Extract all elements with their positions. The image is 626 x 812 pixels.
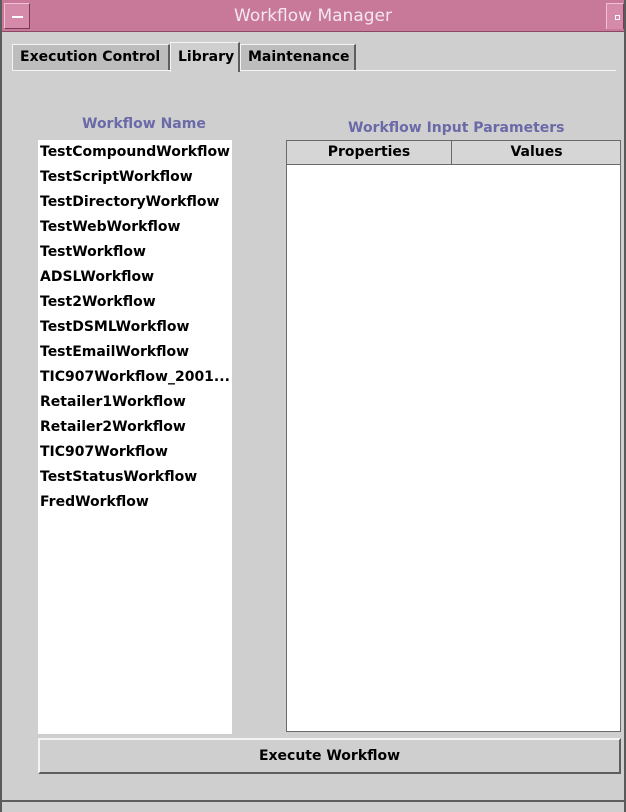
window-bottom-edge <box>2 800 624 812</box>
tab-strip-divider <box>240 70 616 71</box>
workflow-list[interactable]: TestCompoundWorkflow TestScriptWorkflow … <box>38 140 232 734</box>
list-item[interactable]: Retailer2Workflow <box>38 415 232 440</box>
tab-library[interactable]: Library <box>170 42 240 72</box>
list-item[interactable]: TestWorkflow <box>38 240 232 265</box>
column-header-values[interactable]: Values <box>453 141 620 164</box>
list-item[interactable]: Test2Workflow <box>38 290 232 315</box>
list-item[interactable]: ADSLWorkflow <box>38 265 232 290</box>
list-item[interactable]: TestDSMLWorkflow <box>38 315 232 340</box>
list-item[interactable]: FredWorkflow <box>38 490 232 515</box>
workflow-manager-window: Workflow Manager Execution Control Libra… <box>0 0 626 812</box>
input-parameters-label: Workflow Input Parameters <box>348 120 565 136</box>
list-item[interactable]: TestScriptWorkflow <box>38 165 232 190</box>
list-item[interactable]: TestCompoundWorkflow <box>38 140 232 165</box>
table-header: Properties Values <box>287 141 620 165</box>
title-bar[interactable]: Workflow Manager <box>2 0 624 32</box>
list-item[interactable]: TIC907Workflow <box>38 440 232 465</box>
list-item[interactable]: TestDirectoryWorkflow <box>38 190 232 215</box>
list-item[interactable]: TIC907Workflow_2001... <box>38 365 232 390</box>
window-title: Workflow Manager <box>234 6 392 26</box>
list-item[interactable]: TestEmailWorkflow <box>38 340 232 365</box>
tab-maintenance[interactable]: Maintenance <box>240 44 356 70</box>
column-header-properties[interactable]: Properties <box>287 141 452 164</box>
maximize-icon <box>615 15 620 20</box>
execute-workflow-button[interactable]: Execute Workflow <box>38 738 621 774</box>
list-item[interactable]: Retailer1Workflow <box>38 390 232 415</box>
input-parameters-table[interactable]: Properties Values <box>286 140 621 732</box>
tab-strip-divider-left <box>12 70 170 71</box>
window-maximize-button[interactable] <box>606 3 624 29</box>
tab-execution-control[interactable]: Execution Control <box>12 44 170 70</box>
list-item[interactable]: TestStatusWorkflow <box>38 465 232 490</box>
workflow-name-label: Workflow Name <box>82 116 206 132</box>
list-item[interactable]: TestWebWorkflow <box>38 215 232 240</box>
